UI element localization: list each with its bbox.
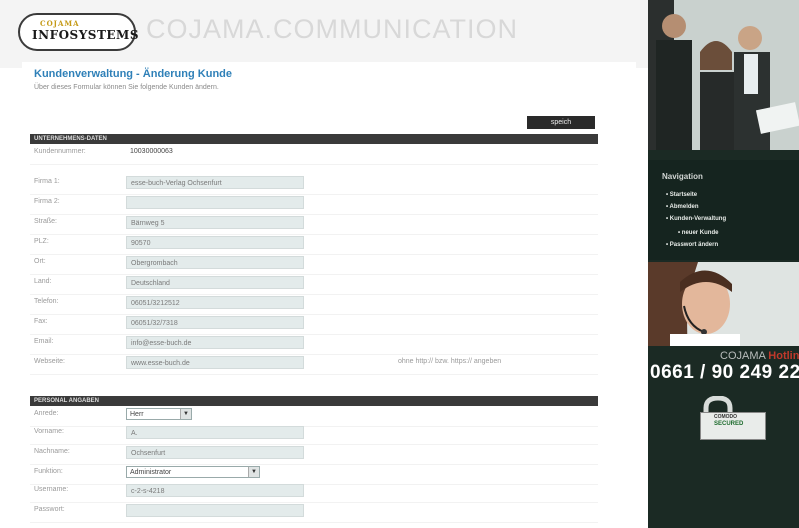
company-field-label: Straße: [34, 218, 57, 225]
customer-number-value: 10030000063 [130, 148, 173, 155]
nav-item-kunden-verwaltung[interactable]: • Kunden-Verwaltung [666, 216, 726, 222]
nav-item-abmelden[interactable]: • Abmelden [666, 204, 699, 210]
badge-line1: COMODO [714, 414, 738, 420]
company-field-input[interactable]: 06051/3212512 [126, 296, 304, 309]
header: COJAMA INFOSYSTEMS COJAMA.COMMUNICATION [0, 0, 648, 68]
company-field-label: Firma 1: [34, 178, 60, 185]
section-company-header: UNTERNEHMENS-DATEN [30, 134, 598, 144]
password-field[interactable] [126, 504, 304, 517]
vorname-field[interactable]: A. [126, 426, 304, 439]
username-field[interactable]: c-2-s-4218 [126, 484, 304, 497]
vorname-row: Vorname: A. [30, 424, 598, 445]
funktion-label: Funktion: [34, 468, 63, 475]
funktion-value: Administrator [130, 469, 172, 476]
company-field-row: Email: info@esse-buch.de [30, 334, 598, 355]
page-subtitle: Über dieses Formular können Sie folgende… [34, 84, 219, 91]
company-field-row: Webseite: www.esse-buch.de ohne http:// bz… [30, 354, 598, 375]
main-content: Kundenverwaltung - Änderung Kunde Über d… [22, 62, 636, 528]
page: COJAMA INFOSYSTEMS COJAMA.COMMUNICATION … [0, 0, 799, 528]
nav-item-label: Kunden-Verwaltung [669, 216, 727, 222]
company-field-label: Firma 2: [34, 198, 60, 205]
customer-number-row: Kundennummer: 10030000063 [30, 144, 598, 165]
nav-item-label: Startseite [669, 192, 698, 198]
company-field-row: Firma 2: [30, 194, 598, 215]
nachname-row: Nachname: Ochsenfurt [30, 444, 598, 465]
company-field-label: Land: [34, 278, 52, 285]
company-field-input[interactable]: Obergrombach [126, 256, 304, 269]
section-personal-header: PERSONAL ANGABEN [30, 396, 598, 406]
company-field-row: Land: Deutschland [30, 274, 598, 295]
nav-item-label: neuer Kunde [681, 230, 719, 236]
hotline-photo [648, 262, 799, 346]
company-field-row: PLZ: 90570 [30, 234, 598, 255]
company-field-input[interactable] [126, 196, 304, 209]
save-button[interactable]: speich [527, 116, 595, 129]
hotline-brand: COJAMA [720, 350, 766, 362]
nav-item-neuer-kunde[interactable]: • neuer Kunde [678, 230, 718, 236]
company-field-label: PLZ: [34, 238, 49, 245]
chevron-down-icon: ▼ [180, 409, 191, 419]
company-field-label: Fax: [34, 318, 48, 325]
company-field-input[interactable]: esse-buch-Verlag Ochsenfurt [126, 176, 304, 189]
company-field-label: Ort: [34, 258, 46, 265]
company-field-row: Firma 1: esse-buch-Verlag Ochsenfurt [30, 174, 598, 195]
anrede-value: Herr [130, 411, 144, 418]
website-hint: ohne http:// bzw. https:// angeben [398, 358, 502, 365]
anrede-label: Anrede: [34, 410, 59, 417]
brand-title: COJAMA.COMMUNICATION [146, 14, 518, 44]
anrede-select[interactable]: Herr ▼ [126, 408, 192, 420]
company-field-row: Fax: 06051/32/7318 [30, 314, 598, 335]
funktion-select[interactable]: Administrator ▼ [126, 466, 260, 478]
nav-item-startseite[interactable]: • Startseite [666, 192, 697, 198]
team-photo [648, 0, 799, 150]
company-field-label: Telefon: [34, 298, 59, 305]
logo-line2: INFOSYSTEMS [32, 28, 139, 42]
hotline-word: Hotline [768, 350, 799, 362]
navigation: Navigation • Startseite • Abmelden • Kun… [648, 160, 799, 260]
company-field-row: Straße: Bärnweg 5 [30, 214, 598, 235]
badge-line2: SECURED [714, 421, 744, 427]
comodo-secured-badge[interactable]: COMODO SECURED [692, 395, 766, 442]
company-field-input[interactable]: Bärnweg 5 [126, 216, 304, 229]
hotline-phone: 0661 / 90 249 222 [650, 362, 799, 383]
username-row: Username: c-2-s-4218 [30, 482, 598, 503]
company-field-input[interactable]: Deutschland [126, 276, 304, 289]
company-field-input[interactable]: info@esse-buch.de [126, 336, 304, 349]
company-field-input[interactable]: www.esse-buch.de [126, 356, 304, 369]
nav-item-passwort-aendern[interactable]: • Passwort ändern [666, 242, 718, 248]
nachname-field[interactable]: Ochsenfurt [126, 446, 304, 459]
customer-number-label: Kundennummer: [34, 148, 86, 155]
password-row: Passwort: [30, 502, 598, 523]
company-field-label: Webseite: [34, 358, 65, 365]
username-label: Username: [34, 486, 69, 493]
company-field-row: Telefon: 06051/3212512 [30, 294, 598, 315]
nachname-label: Nachname: [34, 448, 70, 455]
page-title: Kundenverwaltung - Änderung Kunde [34, 68, 232, 80]
logo[interactable]: COJAMA INFOSYSTEMS [18, 13, 139, 51]
company-field-input[interactable]: 06051/32/7318 [126, 316, 304, 329]
sidebar: Navigation • Startseite • Abmelden • Kun… [648, 0, 799, 528]
company-field-label: Email: [34, 338, 54, 345]
nav-item-label: Abmelden [669, 204, 699, 210]
vorname-label: Vorname: [34, 428, 64, 435]
company-field-row: Ort: Obergrombach [30, 254, 598, 275]
nav-title: Navigation [662, 172, 703, 181]
chevron-down-icon: ▼ [248, 467, 259, 477]
nav-item-label: Passwort ändern [669, 242, 719, 248]
hotline-label: COJAMA Hotline [720, 350, 799, 362]
company-field-input[interactable]: 90570 [126, 236, 304, 249]
logo-line1: COJAMA [40, 19, 80, 28]
password-label: Passwort: [34, 506, 65, 513]
